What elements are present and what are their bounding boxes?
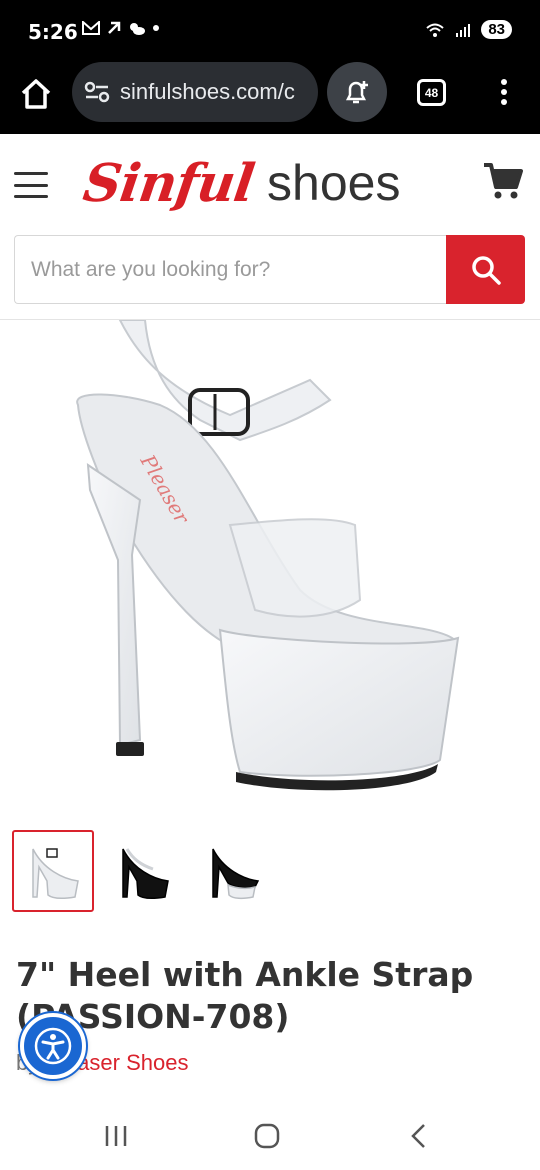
- search-input[interactable]: [15, 236, 446, 303]
- weather-icon: [130, 23, 145, 35]
- browser-toolbar: sinfulshoes.com/c 48: [0, 62, 540, 134]
- wifi-icon: [426, 23, 444, 37]
- search-field[interactable]: [14, 235, 446, 304]
- thumbnail-clear-black[interactable]: [192, 830, 274, 912]
- signal-icon: [456, 23, 471, 37]
- add-notification-icon: [345, 81, 368, 104]
- tabs-button[interactable]: 48: [417, 79, 446, 106]
- add-notification-button[interactable]: [327, 62, 387, 122]
- site-logo[interactable]: Sinful shoes: [80, 140, 401, 226]
- system-nav-bar: [0, 1100, 540, 1170]
- notification-icons: [82, 20, 160, 36]
- dot-icon: [153, 25, 159, 31]
- home-nav-button[interactable]: [247, 1118, 287, 1154]
- product-image[interactable]: Pleaser: [0, 319, 540, 820]
- gmail-icon: [82, 21, 100, 35]
- home-icon: [21, 79, 51, 109]
- system-icons: 83: [425, 20, 512, 39]
- accessibility-button[interactable]: [20, 1013, 86, 1079]
- home-button[interactable]: [18, 76, 54, 112]
- status-bar: 5:26 83: [0, 0, 540, 62]
- thumb-shoe-clear-black: [212, 848, 260, 900]
- recent-apps-button[interactable]: [96, 1118, 136, 1154]
- product-title: 7" Heel with Ankle Strap (PASSION-708): [16, 955, 474, 1036]
- back-icon: [411, 1124, 425, 1148]
- accessibility-icon: [34, 1027, 72, 1065]
- thumb-shoe-black: [122, 848, 169, 900]
- url-text: sinfulshoes.com/c: [120, 79, 295, 104]
- shoe-image: Pleaser: [76, 319, 460, 791]
- site-settings-icon[interactable]: [84, 80, 110, 104]
- home-nav-icon: [254, 1123, 280, 1149]
- recent-apps-icon: [105, 1126, 127, 1146]
- address-bar[interactable]: sinfulshoes.com/c: [72, 62, 318, 122]
- search-button[interactable]: [446, 235, 525, 304]
- status-time: 5:26: [28, 20, 78, 44]
- app-notification-icon: [108, 21, 121, 34]
- cart-icon[interactable]: [482, 161, 524, 201]
- thumb-shoe-clear: [32, 848, 79, 900]
- thumbnail-black[interactable]: [102, 830, 184, 912]
- back-button[interactable]: [398, 1118, 438, 1154]
- logo-word: shoes: [267, 155, 401, 211]
- search-icon: [471, 255, 501, 285]
- menu-icon[interactable]: [14, 172, 48, 198]
- thumbnail-strip: [12, 830, 274, 912]
- thumbnail-clear[interactable]: [12, 830, 94, 912]
- logo-script: Sinful: [79, 152, 258, 214]
- more-vert-icon[interactable]: [492, 74, 516, 110]
- site-header: Sinful shoes: [0, 134, 540, 320]
- battery-indicator: 83: [481, 20, 512, 39]
